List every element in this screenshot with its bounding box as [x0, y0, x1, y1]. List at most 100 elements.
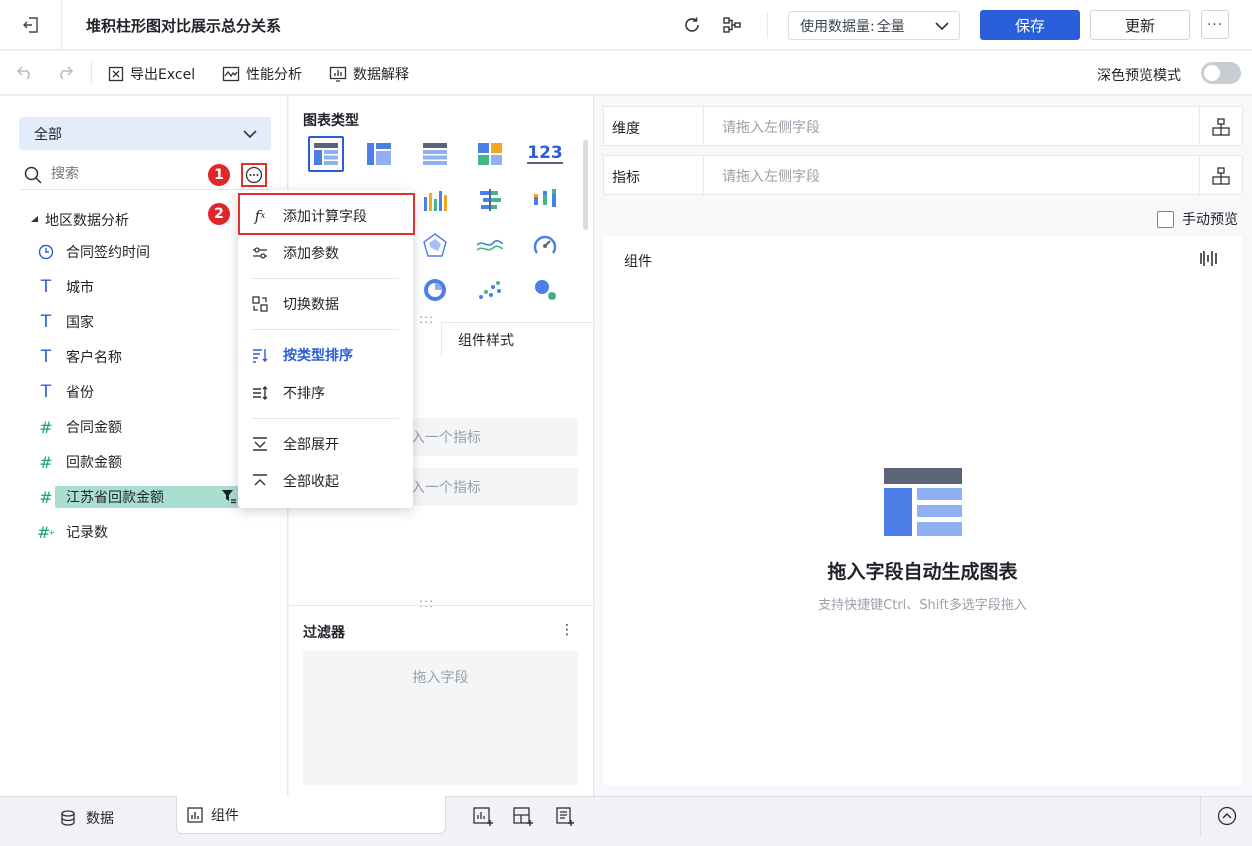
menu-item-expand-all[interactable]: 全部展开 — [238, 428, 413, 460]
field-group-title[interactable]: 地区数据分析 — [31, 210, 129, 230]
export-excel-button[interactable]: 导出Excel — [108, 64, 195, 84]
menu-label: 不排序 — [283, 386, 325, 402]
style-tab-label: 组件样式 — [458, 332, 514, 349]
refresh-button[interactable] — [678, 11, 706, 39]
field-label: 客户名称 — [66, 350, 122, 366]
tab-component[interactable]: 组件 — [176, 796, 446, 834]
scrollbar[interactable] — [583, 140, 588, 230]
menu-item-collapse-all[interactable]: 全部收起 — [238, 465, 413, 497]
filter-more-icon[interactable]: ⋮ — [560, 622, 574, 638]
filter-title: 过滤器 — [303, 625, 345, 641]
manual-preview-checkbox[interactable]: 手动预览 — [1157, 209, 1238, 229]
cross-table-icon — [367, 143, 391, 165]
tab-component-style[interactable]: 组件样式 — [441, 322, 594, 356]
more-button[interactable]: ··· — [1201, 10, 1229, 39]
kpi-option[interactable]: 123 — [527, 137, 563, 171]
more-options-button[interactable] — [241, 163, 267, 187]
field-item-selected[interactable]: # 江苏省回款金额 — [38, 486, 164, 508]
lineage-button[interactable] — [718, 11, 746, 39]
undo-button[interactable] — [16, 64, 34, 80]
table-chart-option[interactable] — [309, 137, 343, 171]
menu-label: 添加参数 — [283, 246, 339, 262]
field-item[interactable]: T 省份 — [38, 381, 94, 403]
dimension-shelf: 维度 请拖入左侧字段 — [603, 106, 1243, 146]
field-item[interactable]: T 城市 — [38, 276, 94, 298]
usage-label: 使用数据量: — [800, 18, 875, 35]
add-report-button[interactable] — [553, 806, 575, 828]
redo-button[interactable] — [56, 64, 74, 80]
resize-grip[interactable]: ::: — [419, 596, 434, 610]
ring-chart-icon — [424, 279, 446, 301]
explain-button[interactable]: 数据解释 — [329, 64, 409, 84]
bar-chart-icon — [424, 191, 447, 211]
menu-divider — [251, 329, 399, 330]
ring-chart-option[interactable] — [418, 273, 452, 307]
field-item[interactable]: T 客户名称 — [38, 346, 122, 368]
detail-table-option[interactable] — [418, 137, 452, 171]
menu-item-sort-by-type[interactable]: 按类型排序 — [238, 339, 413, 371]
redo-icon — [60, 66, 74, 80]
stacked-bar-option[interactable] — [528, 183, 562, 217]
menu-item-add-param[interactable]: 添加参数 — [238, 237, 413, 269]
search-input[interactable] — [51, 166, 201, 182]
chart-settings-icon[interactable] — [1200, 250, 1217, 267]
field-label: 记录数 — [66, 525, 108, 541]
card-chart-option[interactable] — [473, 137, 507, 171]
field-item[interactable]: # + 记录数 — [36, 521, 108, 543]
text-type-icon: T — [40, 382, 52, 402]
tab-data[interactable]: 数据 — [60, 808, 114, 828]
hierarchy-icon[interactable] — [1212, 167, 1230, 185]
text-type-icon: T — [40, 312, 52, 332]
add-component-button[interactable] — [472, 806, 494, 828]
checkbox[interactable] — [1157, 210, 1174, 228]
resize-grip[interactable]: ::: — [419, 312, 434, 326]
step-badge-1: 1 — [208, 164, 230, 186]
horizontal-bar-option[interactable] — [473, 183, 507, 217]
page-title: 堆积柱形图对比展示总分关系 — [86, 17, 282, 35]
chevron-down-icon — [935, 22, 949, 31]
measure-label: 指标 — [612, 170, 640, 186]
measure-drop-zone[interactable]: 请拖入左侧字段 — [703, 156, 1200, 194]
collapse-bottom-button[interactable] — [1200, 797, 1252, 835]
drop-hint: 入一个指标 — [411, 480, 481, 496]
component-title: 组件 — [624, 254, 652, 270]
drop-hint: 入一个指标 — [411, 430, 481, 446]
performance-button[interactable]: 性能分析 — [222, 64, 302, 84]
field-label: 江苏省回款金额 — [66, 490, 164, 506]
field-item[interactable]: T 国家 — [38, 311, 94, 333]
field-item[interactable]: # 回款金额 — [38, 451, 122, 473]
field-label: 合同签约时间 — [66, 245, 150, 261]
field-item[interactable]: # 合同金额 — [38, 416, 122, 438]
add-dashboard-button[interactable] — [512, 806, 534, 828]
cross-table-option[interactable] — [362, 137, 396, 171]
gauge-chart-option[interactable] — [528, 228, 562, 262]
field-label: 合同金额 — [66, 420, 122, 436]
bar-chart-option[interactable] — [418, 183, 452, 217]
calc-number-icon: # + — [36, 522, 56, 542]
radar-chart-option[interactable] — [418, 228, 452, 262]
menu-item-no-sort[interactable]: 不排序 — [238, 377, 413, 409]
menu-item-switch-data[interactable]: 切换数据 — [238, 288, 413, 320]
gauge-icon — [533, 235, 557, 254]
dark-mode-toggle[interactable] — [1201, 62, 1241, 84]
excel-icon — [108, 66, 124, 82]
area-chart-option[interactable] — [473, 228, 507, 262]
exit-button[interactable] — [0, 0, 62, 50]
more-options-menu: fx 添加计算字段 添加参数 切换数据 按类型排序 不排序 全部展开 全部收起 — [238, 190, 413, 508]
undo-icon — [16, 66, 30, 80]
dimension-label: 维度 — [612, 121, 640, 137]
filter-drop-zone[interactable]: 拖入字段 — [303, 651, 578, 785]
field-label: 回款金额 — [66, 455, 122, 471]
number-type-icon: # — [39, 487, 53, 507]
field-item[interactable]: 合同签约时间 — [38, 241, 150, 263]
update-button[interactable]: 更新 — [1090, 10, 1190, 40]
dimension-drop-zone[interactable]: 请拖入左侧字段 — [703, 107, 1200, 145]
bubble-chart-option[interactable] — [528, 273, 562, 307]
expand-all-icon — [251, 435, 269, 453]
dataset-scope-select[interactable]: 全部 — [19, 117, 271, 150]
save-button[interactable]: 保存 — [980, 10, 1080, 40]
data-usage-select[interactable]: 使用数据量: 全量 — [788, 11, 960, 40]
scatter-chart-option[interactable] — [473, 273, 507, 307]
divider — [289, 605, 594, 606]
hierarchy-icon[interactable] — [1212, 118, 1230, 136]
